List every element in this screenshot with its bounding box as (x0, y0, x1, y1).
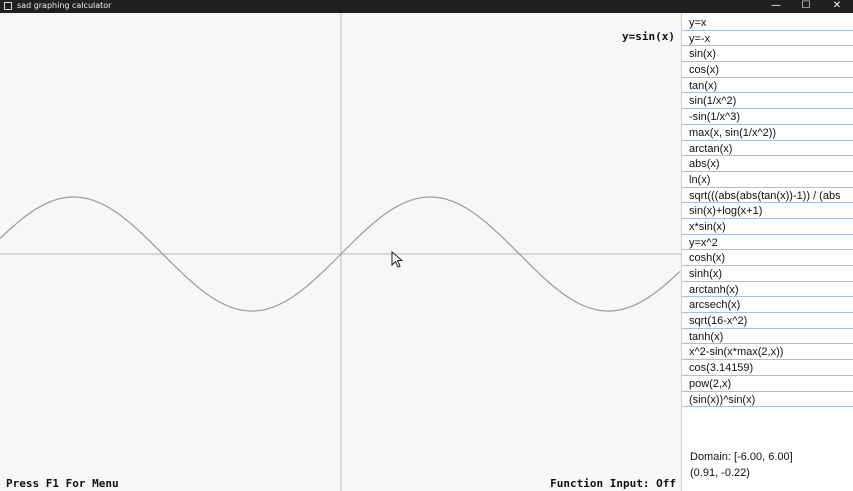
function-list-item[interactable]: (sin(x))^sin(x) (682, 392, 853, 408)
window-title: sad graphing calculator (17, 1, 112, 10)
function-list-item[interactable]: -sin(1/x^3) (682, 109, 853, 125)
function-list-item[interactable]: tanh(x) (682, 329, 853, 345)
function-list-item[interactable]: pow(2,x) (682, 376, 853, 392)
function-list-item[interactable]: x^2-sin(x*max(2,x)) (682, 344, 853, 361)
function-list-item[interactable]: max(x, sin(1/x^2)) (682, 125, 853, 141)
function-list-item[interactable]: sqrt(((abs(abs(tan(x))-1)) / (abs (682, 188, 853, 204)
function-list-item[interactable]: y=x^2 (682, 235, 853, 251)
function-list-item[interactable]: abs(x) (682, 156, 853, 172)
function-label: y=sin(x) (622, 30, 675, 43)
function-list-item[interactable]: sin(x)+log(x+1) (682, 203, 853, 219)
function-list-item[interactable]: arcsech(x) (682, 297, 853, 314)
title-bar: sad graphing calculator — ☐ ✕ (0, 0, 853, 13)
function-list-item[interactable]: arctanh(x) (682, 282, 853, 298)
function-list-item[interactable]: cosh(x) (682, 250, 853, 266)
function-list-panel: y=x y=-x sin(x) cos(x) tan(x) sin(1/x^2) -sin(… (681, 13, 853, 491)
app-icon (4, 2, 12, 10)
function-list-item[interactable]: y=-x (682, 31, 853, 47)
graph-canvas[interactable]: y=sin(x) Press F1 For Menu Function Inpu… (0, 13, 681, 491)
function-list: y=x y=-x sin(x) cos(x) tan(x) sin(1/x^2) -sin(… (682, 15, 853, 408)
function-list-item[interactable]: arctan(x) (682, 141, 853, 157)
minimize-button[interactable]: — (762, 0, 790, 13)
function-list-item[interactable]: sinh(x) (682, 266, 853, 282)
function-list-item[interactable]: x*sin(x) (682, 219, 853, 235)
cursor-coordinates: (0.91, -0.22) (690, 467, 750, 479)
menu-hint: Press F1 For Menu (6, 477, 119, 490)
function-list-item[interactable]: y=x (682, 15, 853, 31)
mouse-cursor-icon (391, 251, 403, 268)
maximize-button[interactable]: ☐ (792, 0, 820, 13)
graph-plot (0, 13, 681, 491)
function-list-item[interactable]: sin(x) (682, 46, 853, 63)
domain-readout: Domain: [-6.00, 6.00] (690, 451, 793, 463)
info-panel: Domain: [-6.00, 6.00] (0.91, -0.22) (690, 449, 793, 481)
function-input-status: Function Input: Off (550, 477, 676, 490)
function-list-item[interactable]: ln(x) (682, 172, 853, 188)
function-list-item[interactable]: tan(x) (682, 78, 853, 94)
close-button[interactable]: ✕ (823, 0, 851, 13)
function-list-item[interactable]: sin(1/x^2) (682, 93, 853, 110)
function-list-item[interactable]: cos(3.14159) (682, 360, 853, 376)
function-list-item[interactable]: cos(x) (682, 62, 853, 78)
function-list-item[interactable]: sqrt(16-x^2) (682, 313, 853, 329)
